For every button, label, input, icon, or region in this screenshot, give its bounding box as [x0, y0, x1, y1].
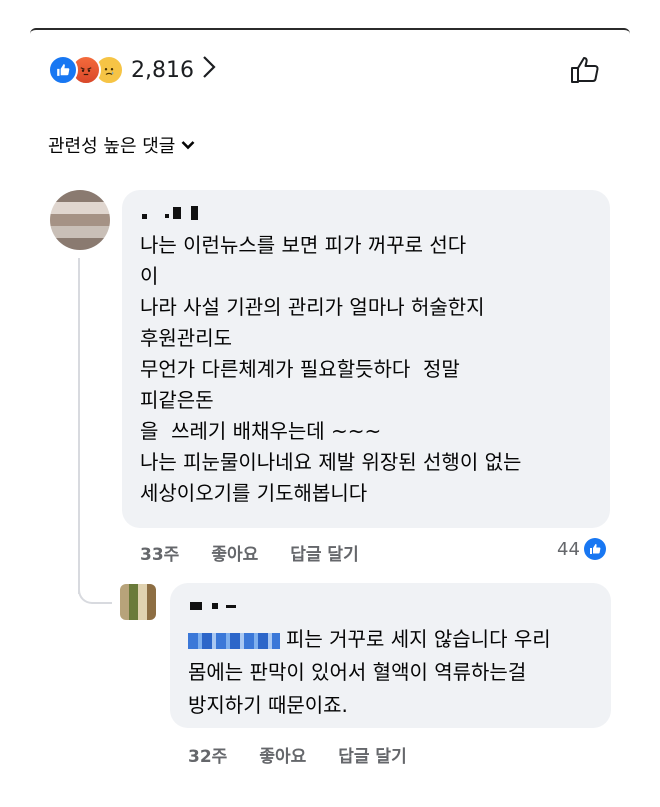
like-reaction-icon: [48, 55, 78, 85]
sort-label: 관련성 높은 댓글: [48, 136, 176, 157]
comment-text: 나는 이런뉴스를 보면 피가 꺼꾸로 선다 이 나라 사설 기관의 관리가 얼마…: [140, 233, 522, 505]
comment-actions: 33주 좋아요 답글 달기: [140, 540, 359, 565]
comment-time[interactable]: 33주: [140, 540, 179, 565]
reply-author-name-redacted[interactable]: [190, 595, 236, 617]
reply-avatar[interactable]: [120, 584, 156, 620]
like-button[interactable]: [566, 52, 602, 88]
reactions-summary[interactable]: 2,816: [48, 52, 216, 88]
chevron-right-icon: [202, 55, 216, 85]
avatar[interactable]: [50, 190, 110, 250]
reply-text-rest: 몸에는 판막이 있어서 혈액이 역류하는걸 방지하기 때문이죠.: [188, 660, 527, 717]
comment-like-button[interactable]: 좋아요: [211, 540, 258, 565]
reply-time[interactable]: 32주: [188, 742, 227, 767]
reply-actions: 32주 좋아요 답글 달기: [188, 742, 407, 767]
thumbs-up-icon: [571, 57, 599, 83]
reply-reply-button[interactable]: 답글 달기: [338, 742, 406, 767]
comment-reply-button[interactable]: 답글 달기: [290, 540, 358, 565]
mention-tag-redacted[interactable]: [188, 632, 280, 649]
comment-sort-dropdown[interactable]: 관련성 높은 댓글: [48, 132, 195, 158]
comment-bubble: 나는 이런뉴스를 보면 피가 꺼꾸로 선다 이 나라 사설 기관의 관리가 얼마…: [122, 190, 610, 528]
reaction-count: 2,816: [131, 57, 194, 83]
reply-like-button[interactable]: 좋아요: [259, 742, 306, 767]
like-count-value: 44: [557, 538, 580, 560]
comment-like-count[interactable]: 44: [557, 538, 606, 560]
thread-connector: [78, 258, 80, 594]
reply-text-line1: 피는 거꾸로 세지 않습니다 우리: [286, 627, 551, 651]
thread-connector-curve: [78, 570, 112, 604]
author-name-redacted[interactable]: [142, 202, 198, 224]
reply-bubble: 피는 거꾸로 세지 않습니다 우리 몸에는 판막이 있어서 혈액이 역류하는걸 …: [170, 583, 611, 728]
card-top-border: [30, 28, 630, 36]
reply-text: 피는 거꾸로 세지 않습니다 우리 몸에는 판막이 있어서 혈액이 역류하는걸 …: [188, 623, 551, 722]
like-reaction-icon: [583, 538, 606, 560]
chevron-down-icon: [181, 136, 195, 154]
